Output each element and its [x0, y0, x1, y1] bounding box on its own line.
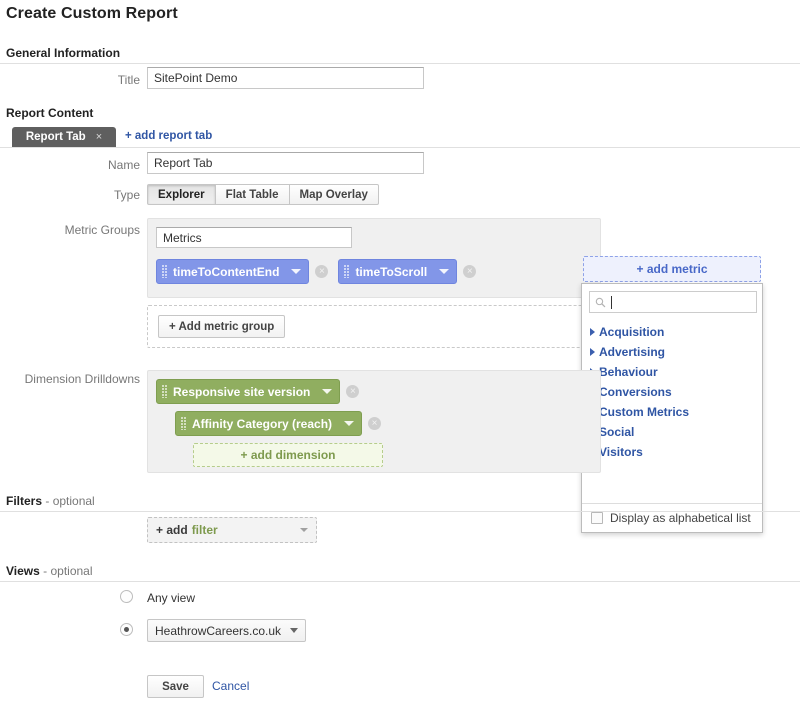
metric-category-label: Behaviour — [599, 365, 658, 379]
report-tab-chip[interactable]: Report Tab × — [12, 127, 116, 147]
add-report-tab-link[interactable]: + add report tab — [125, 130, 212, 142]
metric-category-list: Acquisition Advertising Behaviour Conver… — [582, 320, 762, 462]
metric-category-label: Social — [599, 425, 634, 439]
metric-pill-label: timeToScroll — [355, 265, 427, 279]
metric-picker-footer: Display as alphabetical list — [582, 503, 762, 532]
name-input[interactable] — [147, 152, 424, 174]
chevron-down-icon[interactable] — [439, 269, 449, 274]
metric-category-label: Advertising — [599, 345, 665, 359]
dimension-row-2: Affinity Category (reach) × — [175, 411, 381, 436]
dimension-row-1: Responsive site version × — [156, 379, 359, 404]
metric-pill-time-to-scroll[interactable]: timeToScroll — [338, 259, 457, 284]
section-heading-filters: Filters - optional — [6, 494, 95, 508]
chevron-down-icon[interactable] — [322, 389, 332, 394]
dimension-pill-label: Responsive site version — [173, 385, 310, 399]
view-select[interactable]: HeathrowCareers.co.uk — [147, 619, 306, 642]
alphabetical-list-checkbox[interactable] — [591, 512, 603, 524]
drag-handle-icon[interactable] — [181, 417, 186, 430]
drag-handle-icon[interactable] — [162, 265, 167, 278]
section-heading-general-information: General Information — [6, 46, 120, 60]
metric-category-label: Acquisition — [599, 325, 664, 339]
metric-category-advertising[interactable]: Advertising — [590, 342, 762, 362]
views-heading-text: Views — [6, 564, 40, 578]
drag-handle-icon[interactable] — [344, 265, 349, 278]
type-button-group: Explorer Flat Table Map Overlay — [147, 184, 379, 205]
add-filter-plus-text: + add — [156, 523, 188, 537]
divider-filters — [0, 511, 800, 512]
metric-pill-row: timeToContentEnd × timeToScroll × — [156, 259, 476, 284]
filters-heading-text: Filters — [6, 494, 42, 508]
dimension-drilldowns-label: Dimension Drilldowns — [0, 372, 140, 386]
save-button[interactable]: Save — [147, 675, 204, 698]
divider-report-content — [0, 147, 800, 148]
title-label: Title — [40, 73, 140, 87]
dimension-pill-responsive-site-version[interactable]: Responsive site version — [156, 379, 340, 404]
remove-dimension-icon[interactable]: × — [346, 385, 359, 398]
alphabetical-list-label: Display as alphabetical list — [610, 511, 751, 525]
metric-category-label: Conversions — [599, 385, 672, 399]
dimension-pill-affinity-category-reach[interactable]: Affinity Category (reach) — [175, 411, 362, 436]
metric-group-name-input[interactable] — [156, 227, 352, 248]
radio-specific-view[interactable] — [120, 623, 133, 636]
report-content-heading-text: Report Content — [6, 106, 93, 120]
chevron-down-icon[interactable] — [290, 628, 298, 633]
add-metric-group-area: + Add metric group — [147, 305, 601, 348]
add-dimension-button[interactable]: + add dimension — [193, 443, 383, 467]
dimension-drilldown-panel: Responsive site version × Affinity Categ… — [147, 370, 601, 473]
metric-category-custom-metrics[interactable]: Custom Metrics — [590, 402, 762, 422]
radio-any-view-label: Any view — [147, 591, 195, 605]
custom-report-page: Create Custom Report General Information… — [0, 0, 800, 710]
chevron-down-icon[interactable] — [344, 421, 354, 426]
section-heading-report-content: Report Content — [6, 106, 93, 120]
general-information-heading-text: General Information — [6, 46, 120, 60]
filters-optional-text: - optional — [45, 494, 94, 508]
type-option-flat-table[interactable]: Flat Table — [216, 184, 290, 205]
chevron-right-icon — [590, 348, 595, 356]
add-metric-button[interactable]: + add metric — [583, 256, 761, 282]
metric-pill-label: timeToContentEnd — [173, 265, 279, 279]
cancel-link[interactable]: Cancel — [212, 679, 249, 693]
metric-picker-dropdown: Acquisition Advertising Behaviour Conver… — [581, 283, 763, 533]
report-tab-chip-label: Report Tab — [26, 131, 86, 143]
add-filter-word-text: filter — [192, 523, 218, 537]
add-filter-button[interactable]: + add filter — [147, 517, 317, 543]
metric-category-conversions[interactable]: Conversions — [590, 382, 762, 402]
radio-any-view[interactable] — [120, 590, 133, 603]
metric-category-label: Visitors — [599, 445, 643, 459]
chevron-right-icon — [590, 328, 595, 336]
views-optional-text: - optional — [43, 564, 92, 578]
metric-category-social[interactable]: Social — [590, 422, 762, 442]
metric-groups-label: Metric Groups — [20, 223, 140, 237]
metric-category-acquisition[interactable]: Acquisition — [590, 322, 762, 342]
type-option-explorer[interactable]: Explorer — [147, 184, 216, 205]
dimension-pill-label: Affinity Category (reach) — [192, 417, 332, 431]
view-select-value: HeathrowCareers.co.uk — [155, 624, 281, 638]
metric-pill-time-to-content-end[interactable]: timeToContentEnd — [156, 259, 309, 284]
remove-metric-icon[interactable]: × — [463, 265, 476, 278]
type-label: Type — [40, 188, 140, 202]
remove-metric-icon[interactable]: × — [315, 265, 328, 278]
name-label: Name — [40, 158, 140, 172]
page-title: Create Custom Report — [6, 5, 178, 23]
close-icon[interactable]: × — [96, 131, 102, 143]
metric-search-field[interactable] — [589, 291, 757, 313]
drag-handle-icon[interactable] — [162, 385, 167, 398]
add-metric-group-button[interactable]: + Add metric group — [158, 315, 285, 338]
chevron-down-icon[interactable] — [291, 269, 301, 274]
remove-dimension-icon[interactable]: × — [368, 417, 381, 430]
divider-views — [0, 581, 800, 582]
chevron-down-icon[interactable] — [300, 528, 308, 532]
metric-group-panel: timeToContentEnd × timeToScroll × — [147, 218, 601, 298]
search-icon — [595, 297, 606, 308]
title-input[interactable] — [147, 67, 424, 89]
metric-category-label: Custom Metrics — [599, 405, 689, 419]
metric-category-behaviour[interactable]: Behaviour — [590, 362, 762, 382]
divider-general-information — [0, 63, 800, 64]
section-heading-views: Views - optional — [6, 564, 93, 578]
metric-category-visitors[interactable]: Visitors — [590, 442, 762, 462]
type-option-map-overlay[interactable]: Map Overlay — [290, 184, 379, 205]
text-cursor — [611, 296, 612, 309]
